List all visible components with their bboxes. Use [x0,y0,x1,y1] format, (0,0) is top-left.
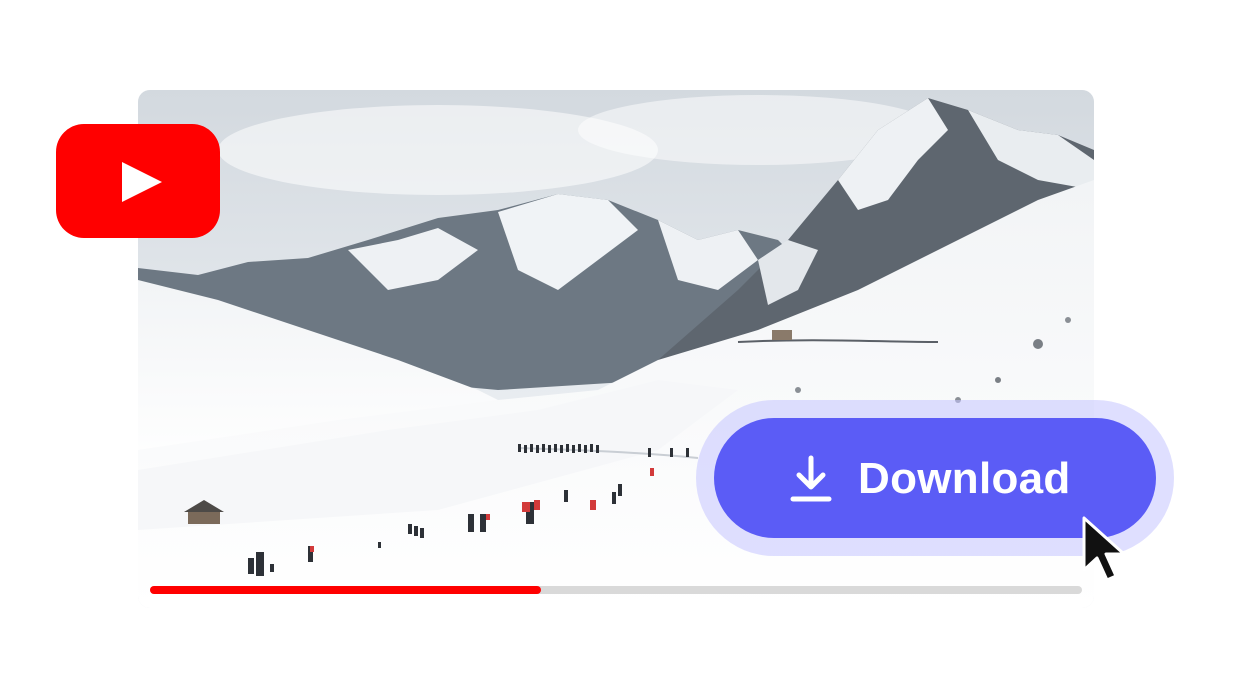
mouse-pointer-icon [1082,516,1126,582]
stage: Download [0,0,1260,700]
youtube-play-icon [122,162,162,202]
progress-bar[interactable] [150,586,1082,594]
youtube-logo [56,124,220,238]
download-arrow-icon [790,455,832,502]
download-button-label: Download [858,454,1071,503]
progress-bar-fill [150,586,542,594]
